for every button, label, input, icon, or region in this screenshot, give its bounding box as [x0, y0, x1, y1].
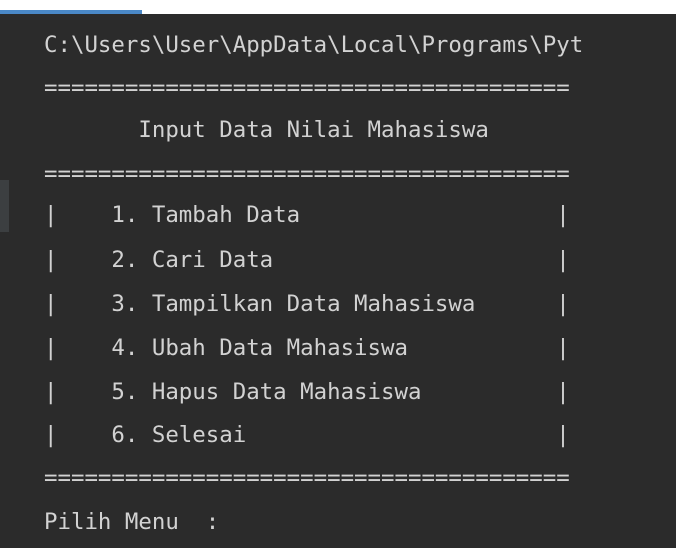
menu-title: Input Data Nilai Mahasiswa: [44, 117, 489, 143]
menu-input-prompt[interactable]: Pilih Menu :: [44, 507, 219, 537]
menu-item-ubah-data: | 4. Ubah Data Mahasiswa |: [44, 335, 570, 361]
toolbar-strip: [0, 0, 676, 10]
menu-item-cari-data: | 2. Cari Data |: [44, 247, 570, 273]
menu-item-tampilkan-data: | 3. Tampilkan Data Mahasiswa |: [44, 291, 570, 317]
separator-line-top: =======================================: [44, 75, 570, 101]
console-path-line: C:\Users\User\AppData\Local\Programs\Pyt: [44, 32, 584, 58]
console-output[interactable]: C:\Users\User\AppData\Local\Programs\Pyt…: [0, 14, 676, 548]
gutter-marker: [0, 180, 9, 232]
menu-item-tambah-data: | 1. Tambah Data |: [44, 202, 570, 228]
separator-line-title: =======================================: [44, 161, 570, 187]
run-console-window: C:\Users\User\AppData\Local\Programs\Pyt…: [0, 0, 676, 548]
menu-item-selesai: | 6. Selesai |: [44, 422, 570, 448]
separator-line-bottom: =======================================: [44, 465, 570, 491]
menu-item-hapus-data: | 5. Hapus Data Mahasiswa |: [44, 379, 570, 405]
